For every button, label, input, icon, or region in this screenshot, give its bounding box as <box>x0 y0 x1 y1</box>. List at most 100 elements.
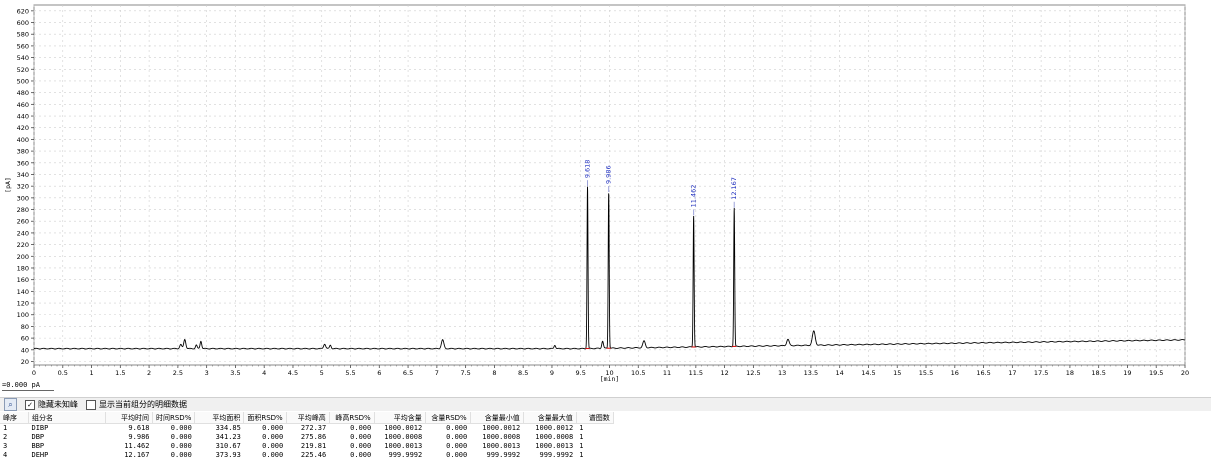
y-tick-label: 180 <box>17 264 29 272</box>
x-tick-label: 1.5 <box>115 369 125 377</box>
results-toolbar: ⌕ ✓ 隐藏未知峰 显示当前组分的明细数据 <box>0 397 1211 411</box>
table-cell: 1000.0008 <box>384 433 423 441</box>
x-tick-label: 13.5 <box>804 369 818 377</box>
y-tick-label: 540 <box>17 54 29 62</box>
x-tick-label: 5.5 <box>345 369 355 377</box>
y-tick-label: 480 <box>17 89 29 97</box>
table-cell: 9.986 <box>128 433 150 441</box>
table-header-cell[interactable]: 组分名 <box>28 412 106 424</box>
table-cell: 0.000 <box>446 451 468 459</box>
table-header-cell[interactable]: 峰序 <box>0 412 29 424</box>
x-tick-label: 17.5 <box>1034 369 1048 377</box>
x-tick-label: 4 <box>262 369 266 377</box>
table-header-cell[interactable]: 谱图数 <box>576 412 614 424</box>
y-tick-label: 520 <box>17 66 29 74</box>
x-tick-label: 18.5 <box>1091 369 1105 377</box>
table-cell: 999.9992 <box>388 451 423 459</box>
chromatogram-svg: 2040608010012014016018020022024026028030… <box>4 4 1189 382</box>
peak-label: 9.618 <box>584 160 592 179</box>
x-tick-label: 15.5 <box>919 369 933 377</box>
x-tick-label: 7 <box>435 369 439 377</box>
table-header-cell[interactable]: 平均面积 <box>194 412 245 424</box>
y-tick-label: 500 <box>17 77 29 85</box>
table-cell: 1 <box>3 424 8 432</box>
table-cell: 0.000 <box>170 451 192 459</box>
table-cell: 0.000 <box>170 424 192 432</box>
x-tick-label: 13 <box>778 369 786 377</box>
table-cell: 0.000 <box>446 424 468 432</box>
x-tick-label: 11.5 <box>689 369 703 377</box>
table-cell: 0.000 <box>350 442 372 450</box>
hide-unknown-checkbox[interactable]: ✓ 隐藏未知峰 <box>25 399 78 410</box>
peak-label: 9.986 <box>605 165 613 184</box>
peak-label: 12.167 <box>730 177 738 200</box>
table-cell: 9.618 <box>128 424 150 432</box>
y-tick-label: 80 <box>21 323 29 331</box>
x-tick-label: 3 <box>205 369 209 377</box>
y-tick-label: 560 <box>17 42 29 50</box>
table-header-cell[interactable]: 平均时间 <box>105 412 153 424</box>
x-tick-label: 1 <box>89 369 93 377</box>
table-row[interactable]: 3 BBP 11.462 0.000 310.67 0.000 219.81 0.000 100… <box>0 442 613 451</box>
table-row[interactable]: 2 DBP 9.986 0.000 341.23 0.000 275.86 0.000 1000… <box>0 433 613 442</box>
table-cell: 1 <box>579 424 584 432</box>
table-cell: 12.167 <box>124 451 150 459</box>
x-tick-label: 14.5 <box>861 369 875 377</box>
y-tick-label: 120 <box>17 300 29 308</box>
table-cell: 2 <box>3 433 8 441</box>
table-cell: 1000.0008 <box>535 433 574 441</box>
x-tick-label: 19.5 <box>1149 369 1163 377</box>
table-cell: 4 <box>3 451 8 459</box>
table-cell: 999.9992 <box>486 451 521 459</box>
table-header-cell[interactable]: 含量最小值 <box>470 412 524 424</box>
table-header-cell[interactable]: 含量RSD% <box>425 412 471 424</box>
y-axis-label: [pA] <box>4 177 12 193</box>
table-cell: 0.000 <box>170 442 192 450</box>
table-cell: 334.85 <box>215 424 241 432</box>
table-cell: 1000.0012 <box>482 424 521 432</box>
show-details-label: 显示当前组分的明细数据 <box>99 400 187 409</box>
y-tick-label: 60 <box>21 335 29 343</box>
table-cell: 999.9992 <box>539 451 574 459</box>
y-tick-label: 280 <box>17 206 29 214</box>
table-cell: 1 <box>579 442 584 450</box>
y-tick-label: 240 <box>17 229 29 237</box>
x-tick-label: 12 <box>720 369 728 377</box>
show-details-checkbox[interactable]: 显示当前组分的明细数据 <box>86 399 187 410</box>
x-tick-label: 19 <box>1123 369 1131 377</box>
table-cell: 0.000 <box>350 424 372 432</box>
table-header-cell[interactable]: 含量最大值 <box>523 412 577 424</box>
zoom-icon[interactable]: ⌕ <box>4 398 17 411</box>
peak-label: 11.462 <box>690 185 698 208</box>
table-cell: 225.46 <box>300 451 327 459</box>
table-cell: 1000.0013 <box>384 442 423 450</box>
y-tick-label: 600 <box>17 19 29 27</box>
table-cell: DEHP <box>31 451 49 459</box>
checkbox-checked-icon: ✓ <box>25 399 35 410</box>
y-tick-label: 300 <box>17 194 29 202</box>
table-header-cell[interactable]: 时间RSD% <box>152 412 196 424</box>
table-cell: 0.000 <box>446 433 468 441</box>
table-row[interactable]: 4 DEHP 12.167 0.000 373.93 0.000 225.46 0.000 99… <box>0 451 613 460</box>
x-tick-label: 9.5 <box>576 369 586 377</box>
x-tick-label: 18 <box>1066 369 1074 377</box>
chromatogram-chart[interactable]: 20 40 60 80 100 120 140 160 180 200 220 240 260 280 30… <box>0 0 1211 382</box>
table-header-cell[interactable]: 峰高RSD% <box>329 412 375 424</box>
table-cell: 1000.0013 <box>535 442 574 450</box>
table-header-cell[interactable]: 平均峰高 <box>286 412 330 424</box>
y-tick-label: 440 <box>17 113 29 121</box>
table-cell: 219.81 <box>300 442 327 450</box>
y-tick-label: 340 <box>17 171 29 179</box>
x-tick-label: 6 <box>377 369 381 377</box>
table-header-cell[interactable]: 面积RSD% <box>243 412 287 424</box>
table-cell: 0.000 <box>262 442 284 450</box>
table-header-cell[interactable]: 平均含量 <box>374 412 426 424</box>
table-cell: 373.93 <box>215 451 241 459</box>
x-tick-label: 8 <box>492 369 496 377</box>
x-tick-label: 7.5 <box>460 369 470 377</box>
y-tick-label: 380 <box>17 148 29 156</box>
table-cell: 275.86 <box>300 433 327 441</box>
y-tick-label: 140 <box>17 288 29 296</box>
baseline-readout: =0.000 pA <box>2 381 54 391</box>
table-row[interactable]: 1 DIBP 9.618 0.000 334.85 0.000 272.37 0.000 100… <box>0 424 613 434</box>
